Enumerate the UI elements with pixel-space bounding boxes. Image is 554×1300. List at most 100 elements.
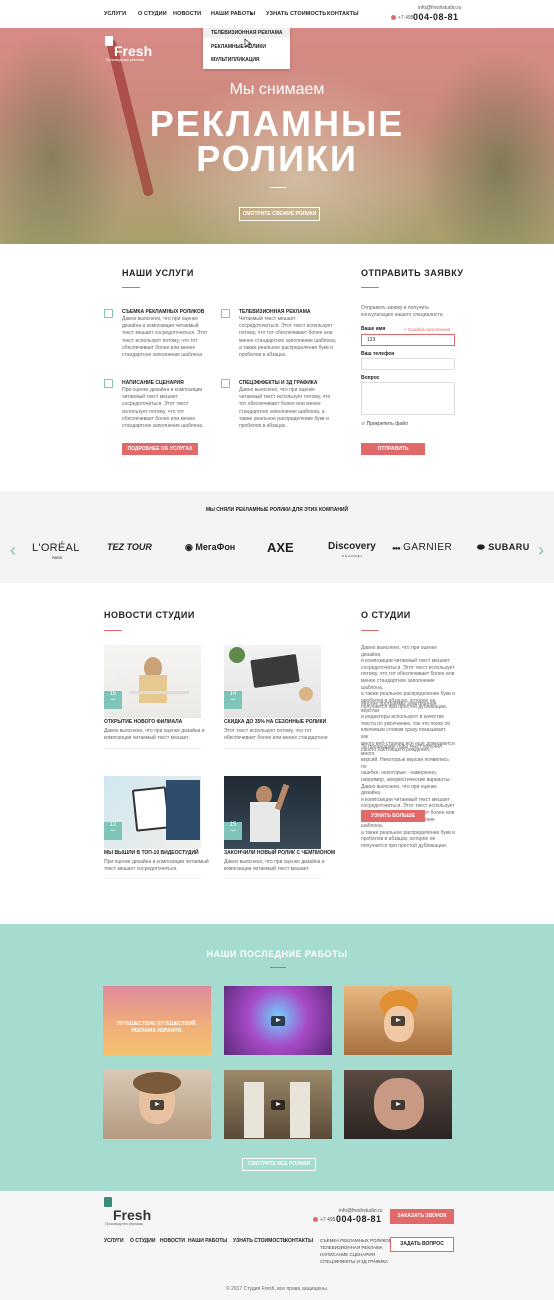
brand-discovery-sub: CHANNEL [342,554,364,558]
news-date-4: 15 дек [224,822,242,840]
works-all-button[interactable]: СМОТРИТЕ ВСЕ РОЛИКИ [242,1158,316,1171]
camera-icon [104,309,113,318]
brand-subaru: ⬬ SUBARU [477,542,530,552]
dropdown-item-animation[interactable]: МУЛЬТИПЛИКАЦИЯ [211,57,260,63]
nav-works[interactable]: НАШИ РАБОТЫ [211,11,255,17]
work-tile-2[interactable] [224,986,332,1055]
footer-sublink-1[interactable]: СЪЕМКА РЕКЛАМНЫХ РОЛИКОВ [320,1238,392,1243]
work-1-caption-line2: РЕКЛАМА ИЗРАИЛЯ. [131,1028,183,1034]
nav-contacts[interactable]: КОНТАКТЫ [327,11,359,17]
header-email[interactable]: info@freshstudio.ru [418,5,461,11]
service-title-4: СПЕЦЭФФЕКТЫ И 3Д ГРАФИКА [239,380,318,386]
brand-teztour: TEZ TOUR [107,542,152,552]
work-tile-5[interactable] [224,1070,332,1139]
play-icon[interactable] [391,1015,405,1026]
tv-icon [221,309,230,318]
news-item-text-1: Давно выяснено, что при оценке дизайна и… [104,728,205,741]
play-icon[interactable] [271,1015,285,1026]
services-more-button[interactable]: ПОДРОБНЕЕ ОБ УСЛУГАХ [122,443,198,455]
footer-link-contacts[interactable]: КОНТАКТЫ [285,1238,313,1244]
footer-sublink-2[interactable]: ТЕЛЕВИЗИОННАЯ РЕКЛАМА [320,1245,383,1250]
news-separator [224,878,321,879]
work-tile-1[interactable]: ПУТЕШЕСТВИЕ ПУТЕШЕСТВИЙ. РЕКЛАМА ИЗРАИЛЯ… [103,986,211,1055]
footer-link-works[interactable]: НАШИ РАБОТЫ [188,1238,227,1244]
services-divider [122,287,140,288]
footer-phone-prefix: +7 495 [320,1217,336,1223]
form-intro: Отправить заявку и получить консультацию … [361,305,443,318]
clients-prev-arrow[interactable]: ‹ [10,540,16,561]
works-section [0,924,554,1191]
service-text-3: При оценке дизайна и композиции читаемый … [122,387,204,430]
phone-icon [391,15,396,20]
news-title: НОВОСТИ СТУДИИ [104,610,195,620]
news-divider [104,630,122,631]
footer-phone[interactable]: 004-08-81 [336,1214,382,1224]
footer-logo-cup-icon [104,1197,112,1207]
effects-icon [221,379,230,388]
brand-loreal-sub: PARIS [52,556,63,560]
form-submit-button[interactable]: ОТПРАВИТЬ [361,443,425,455]
about-paragraph-3: За прошедшие годы текст получил много вер… [361,744,455,849]
play-icon[interactable] [391,1099,405,1110]
question-field[interactable] [361,382,455,415]
nav-services[interactable]: УСЛУГИ [104,11,126,17]
footer [0,1191,554,1300]
news2-plant [229,647,245,663]
work-tile-6[interactable] [344,1070,452,1139]
header-phone-prefix: +7 495 [398,15,414,21]
news1-desk [129,691,189,694]
brand-discovery: Discovery [328,541,376,552]
work-tile-4[interactable] [103,1070,211,1139]
news-item-title-1[interactable]: ОТКРЫТИЕ НОВОГО ФИЛИАЛА [104,719,182,725]
chevron-down-icon: ▾ [250,11,253,17]
play-icon[interactable] [150,1099,164,1110]
form-divider [361,287,379,288]
news-item-title-2[interactable]: СКИДКА ДО 35% НА СЕЗОННЫЕ РОЛИКИ [224,719,326,725]
footer-logo[interactable]: Fresh [113,1207,151,1223]
news3-tablet [131,786,171,832]
call-request-button[interactable]: ЗАКАЗАТЬ ЗВОНОК [390,1209,454,1224]
hero-title-line2: РОЛИКИ [196,138,358,179]
news-separator [224,748,321,749]
service-text-4: Давно выяснено, что при оценке читаемый т… [239,387,331,430]
news-item-title-3[interactable]: МЫ ВЫШЛИ В ТОП-10 ВИДЕОСТУДИЙ [104,850,199,856]
news-date-1: 15 дек [104,691,122,709]
clients-title: МЫ СНЯЛИ РЕКЛАМНЫЕ РОЛИКИ ДЛЯ ЭТИХ КОМПА… [205,507,349,513]
question-label: Вопрос [361,375,380,381]
nav-news[interactable]: НОВОСТИ [173,11,201,17]
nav-price[interactable]: УЗНАТЬ СТОИМОСТЬ [266,11,326,17]
hero-logo[interactable]: Fresh [114,43,152,59]
dropdown-item-ads[interactable]: РЕКЛАМНЫЕ РОЛИКИ [211,44,266,50]
footer-link-services[interactable]: УСЛУГИ [104,1238,124,1244]
attach-file-link[interactable]: ⊘ Прикрепить файл [361,421,408,428]
footer-link-about[interactable]: О СТУДИИ [130,1238,155,1244]
footer-link-news[interactable]: НОВОСТИ [160,1238,185,1244]
news-item-text-2: Этот текст использует потому, что тот обе… [224,728,328,741]
work5-person-right [290,1082,310,1138]
work-tile-3[interactable] [344,986,452,1055]
news-item-title-4[interactable]: ЗАКОНЧИЛИ НОВЫЙ РОЛИК С ЧЕМПИОНОМ [224,850,335,856]
brand-garnier: ●●● GARNIER [392,542,453,553]
garnier-dots-icon: ●●● [392,546,401,552]
footer-sublink-4[interactable]: СПЕЦЭФФЕКТЫ И 3Д ГРАФИКА [320,1259,388,1264]
footer-link-price[interactable]: УЗНАТЬ СТОИМОСТЬ [233,1238,286,1244]
about-more-button[interactable]: УЗНАТЬ БОЛЬШЕ [361,810,425,822]
phone-field[interactable] [361,358,455,370]
dropdown-item-tv[interactable]: ТЕЛЕВИЗИОННАЯ РЕКЛАМА [211,30,282,36]
book-icon [104,379,113,388]
news-separator [104,748,201,749]
footer-sublink-3[interactable]: НАПИСАНИЕ СЦЕНАРИЯ [320,1252,375,1257]
about-divider [361,630,379,631]
clients-next-arrow[interactable]: › [538,540,544,561]
nav-about[interactable]: О СТУДИИ [138,11,167,17]
play-icon[interactable] [271,1099,285,1110]
hero-cta-button[interactable]: СМОТРИТЕ СВЕЖИЕ РОЛИКИ [239,207,320,221]
name-field[interactable]: 123 [361,334,455,346]
logo-cup-icon [105,36,113,46]
news2-cup [299,687,313,701]
header-phone[interactable]: 004-08-81 [413,12,459,22]
news-item-text-3: При оценке дизайна и композиции читаемый… [104,859,209,872]
hero-subtitle: Мы снимаем [229,81,325,98]
work-1-caption-line1: ПУТЕШЕСТВИЕ ПУТЕШЕСТВИЙ. [116,1021,198,1027]
ask-question-button[interactable]: ЗАДАТЬ ВОПРОС [390,1237,454,1252]
